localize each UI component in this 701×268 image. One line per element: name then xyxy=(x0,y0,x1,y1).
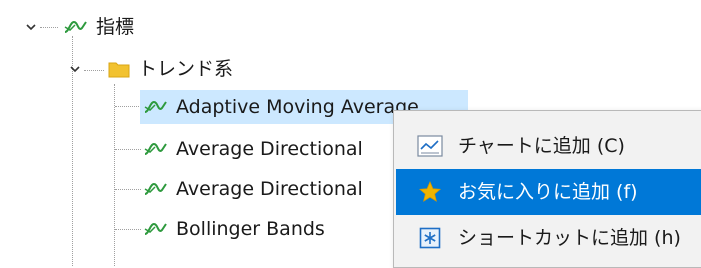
menu-item-label: ショートカットに追加 (h) xyxy=(458,227,681,249)
indicator-icon xyxy=(144,182,167,195)
chevron-down-icon[interactable] xyxy=(70,64,80,74)
indicator-icon xyxy=(144,100,167,113)
menu-item-label: チャートに追加 (C) xyxy=(458,135,625,157)
indicator-icon xyxy=(64,20,87,33)
tree-item-label: Average Directional xyxy=(176,178,363,200)
menu-item-label: お気に入りに追加 (f) xyxy=(458,181,638,203)
tree-item-label: Adaptive Moving Average xyxy=(176,96,419,118)
tree-guide-line xyxy=(115,149,141,150)
shortcut-key-icon xyxy=(416,224,444,252)
context-menu: チャートに追加 (C) お気に入りに追加 (f) ショートカットに追加 (h) xyxy=(393,110,701,268)
tree-guide-line xyxy=(115,229,141,230)
chevron-down-icon[interactable] xyxy=(26,22,36,32)
chart-line-icon xyxy=(416,132,444,160)
tree-item-label: Bollinger Bands xyxy=(176,218,325,240)
tree-node-label: 指標 xyxy=(96,16,135,38)
tree-node-label: トレンド系 xyxy=(138,58,234,80)
tree-item-average-directional[interactable]: Average Directional xyxy=(140,132,363,166)
tree-item-label: Average Directional xyxy=(176,138,363,160)
star-icon xyxy=(416,178,444,206)
tree-guide-line xyxy=(84,70,104,71)
menu-item-add-to-shortcuts[interactable]: ショートカットに追加 (h) xyxy=(396,215,701,261)
tree-node-trend-folder[interactable]: トレンド系 xyxy=(108,52,233,86)
menu-item-add-to-chart[interactable]: チャートに追加 (C) xyxy=(396,123,701,169)
menu-item-add-to-favorites[interactable]: お気に入りに追加 (f) xyxy=(396,169,701,215)
tree-guide-line xyxy=(115,189,141,190)
indicator-icon xyxy=(144,142,167,155)
folder-icon xyxy=(108,62,130,78)
tree-node-indicators[interactable]: 指標 xyxy=(64,10,134,44)
tree-guide-line xyxy=(115,106,141,107)
tree-item-average-directional[interactable]: Average Directional xyxy=(140,172,363,206)
tree-item-bollinger-bands[interactable]: Bollinger Bands xyxy=(140,212,325,246)
tree-guide-line xyxy=(114,84,115,266)
indicator-icon xyxy=(144,222,167,235)
tree-guide-line xyxy=(40,27,58,28)
